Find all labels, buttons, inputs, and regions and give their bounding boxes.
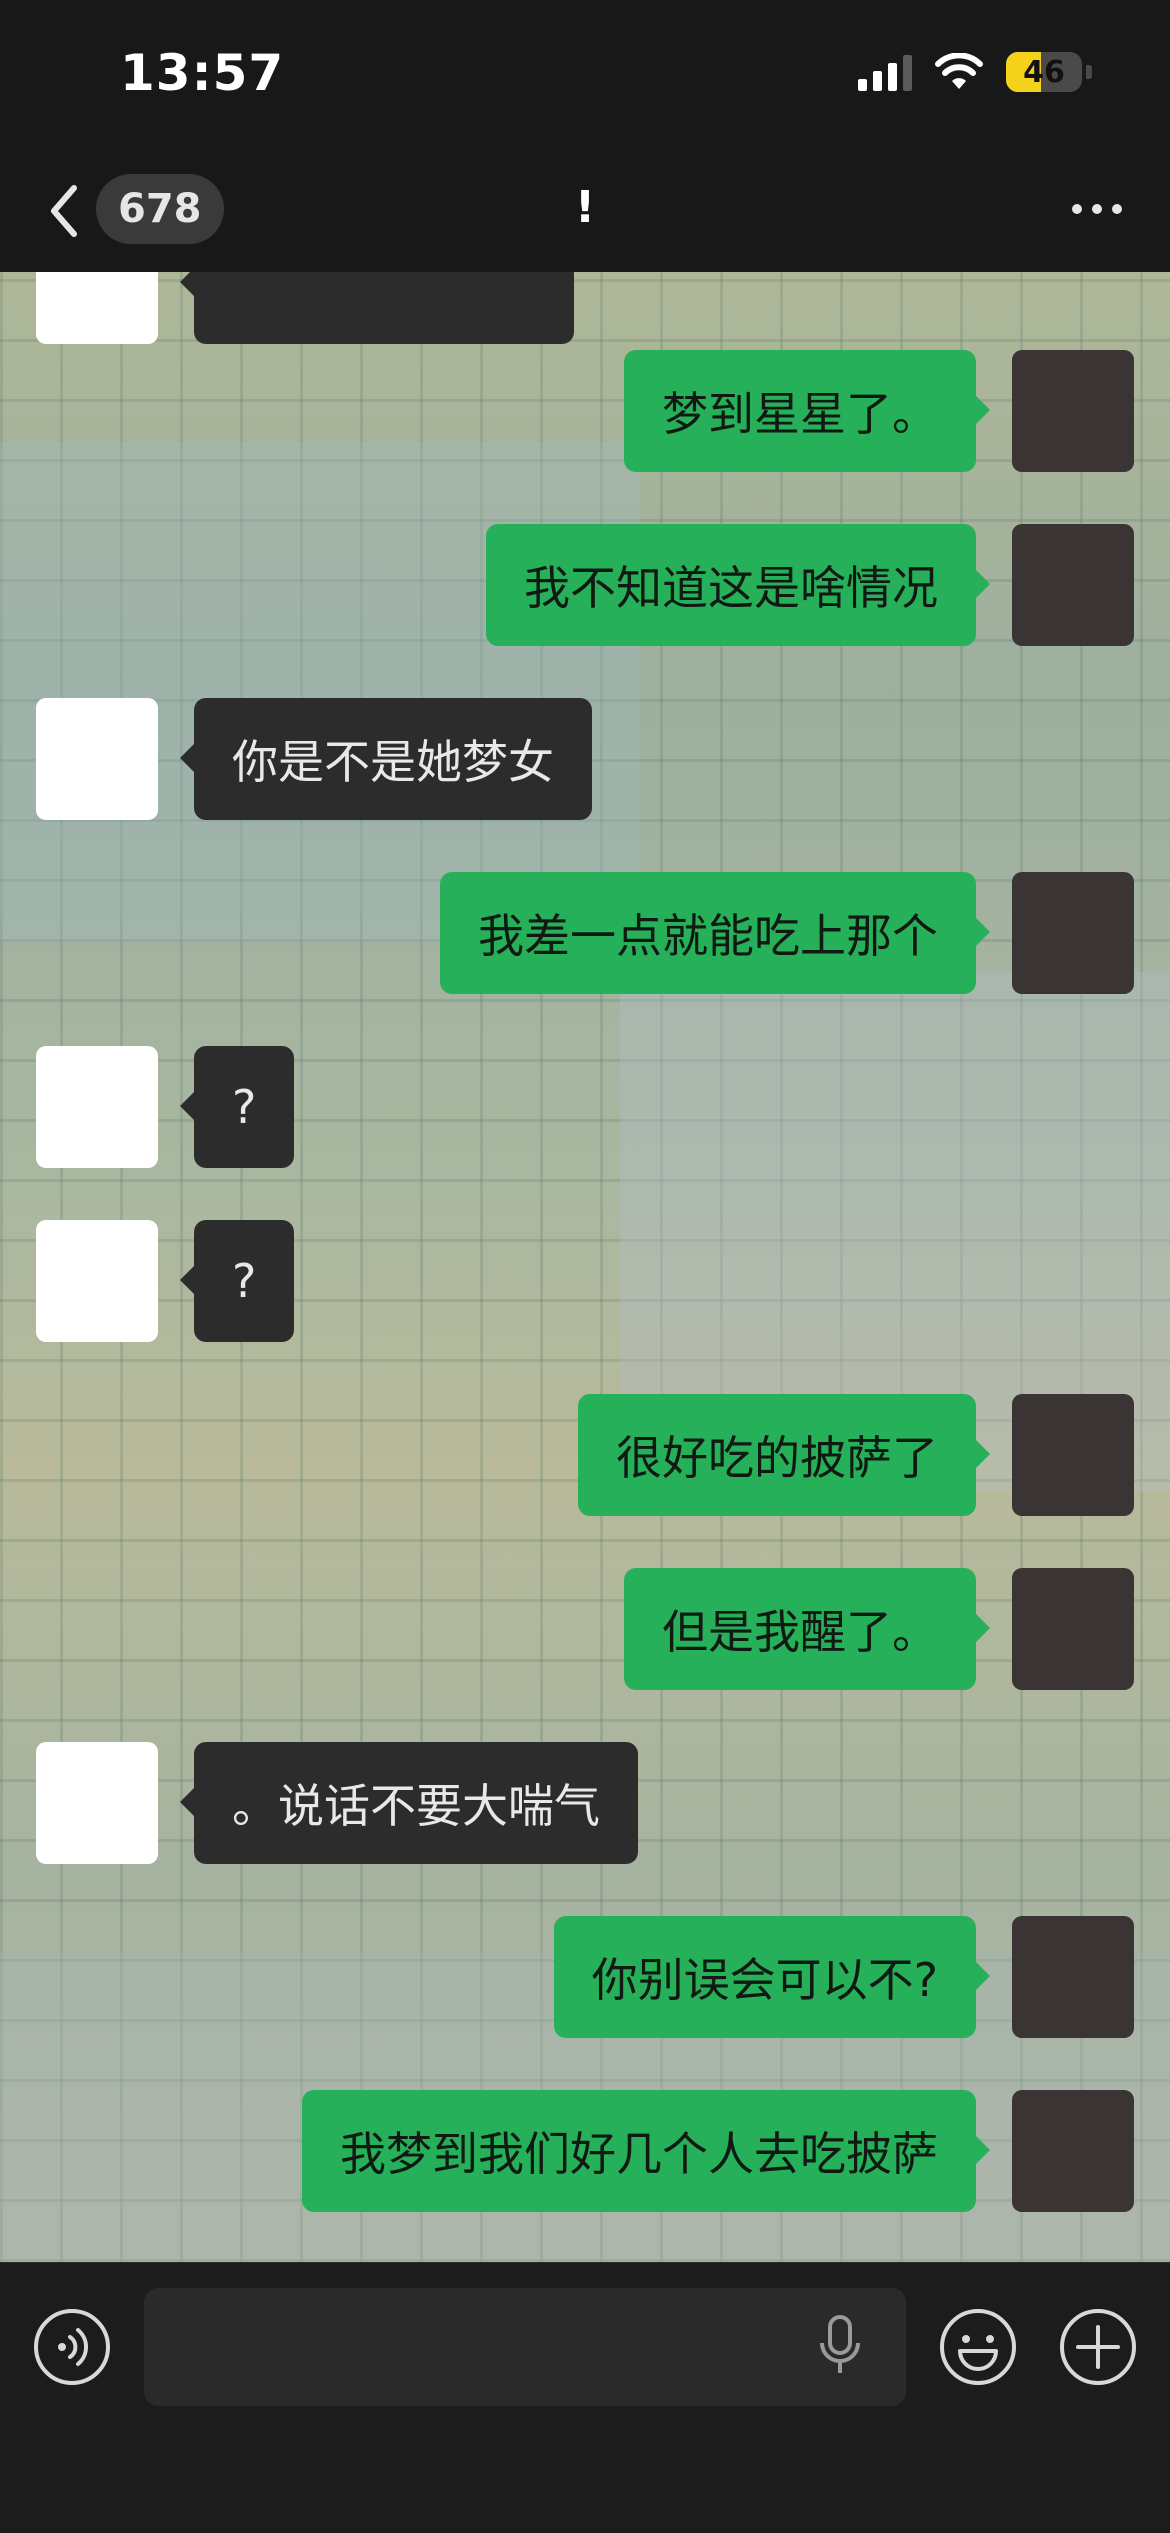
message-item: ? (36, 1046, 295, 1168)
avatar[interactable] (36, 1742, 158, 1864)
message-bubble[interactable]: 很好吃的披萨了 (578, 1394, 990, 1516)
message-item: 。说话不要大喘气 (36, 1742, 638, 1864)
signal-icon (858, 53, 912, 91)
message-bubble[interactable]: ? (179, 1046, 295, 1168)
message-bubble[interactable]: 我差一点就能吃上那个 (440, 872, 990, 994)
message-item: 梦到星星了。 (624, 350, 1134, 472)
message-bubble[interactable]: 你别误会可以不? (553, 1916, 991, 2038)
emoji-icon[interactable] (938, 2307, 1018, 2387)
avatar[interactable] (1012, 350, 1134, 472)
message-input[interactable] (144, 2288, 906, 2406)
message-partial (36, 272, 574, 344)
microphone-icon[interactable] (812, 2311, 868, 2381)
avatar[interactable] (1012, 1916, 1134, 2038)
message-item: 你别误会可以不? (553, 1916, 1134, 2038)
message-bubble[interactable]: 你是不是她梦女 (180, 698, 592, 820)
chat-header: 678 ! (0, 150, 1170, 273)
status-time: 13:57 (120, 44, 285, 102)
avatar[interactable] (36, 698, 158, 820)
message-item: 你是不是她梦女 (36, 698, 592, 820)
message-item: 但是我醒了。 (624, 1568, 1134, 1690)
status-bar: 13:57 46 (0, 0, 1170, 150)
avatar[interactable] (1012, 2090, 1134, 2212)
message-bubble[interactable]: 梦到星星了。 (624, 350, 990, 472)
message-item: 我梦到我们好几个人去吃披萨 (302, 2090, 1134, 2212)
voice-icon[interactable] (32, 2307, 112, 2387)
avatar[interactable] (36, 1046, 158, 1168)
message-bubble[interactable]: 我不知道这是啥情况 (486, 524, 990, 646)
avatar[interactable] (1012, 1568, 1134, 1690)
message-bubble[interactable]: ? (179, 1220, 295, 1342)
message-bubble[interactable]: 。说话不要大喘气 (180, 1742, 638, 1864)
more-dots-icon[interactable] (1072, 204, 1122, 214)
chat-title: ! (574, 182, 596, 233)
message-item: 我不知道这是啥情况 (486, 524, 1134, 646)
message-bubble[interactable]: 但是我醒了。 (624, 1568, 990, 1690)
avatar[interactable] (1012, 1394, 1134, 1516)
message-bubble[interactable]: 我梦到我们好几个人去吃披萨 (302, 2090, 990, 2212)
message-item: ? (36, 1220, 295, 1342)
avatar[interactable] (1012, 872, 1134, 994)
battery-level: 46 (1023, 54, 1065, 90)
battery-icon: 46 (1006, 52, 1082, 92)
chat-messages[interactable]: 梦到星星了。 我不知道这是啥情况 你是不是她梦女 我差一点就能吃上那个 ? ? … (0, 272, 1170, 2262)
message-item: 我差一点就能吃上那个 (440, 872, 1134, 994)
avatar[interactable] (36, 272, 158, 344)
plus-icon[interactable] (1058, 2307, 1138, 2387)
message-item: 很好吃的披萨了 (578, 1394, 1134, 1516)
wifi-icon (934, 53, 984, 91)
input-bar (0, 2262, 1170, 2533)
avatar[interactable] (36, 1220, 158, 1342)
status-icons: 46 (858, 52, 1092, 92)
avatar[interactable] (1012, 524, 1134, 646)
